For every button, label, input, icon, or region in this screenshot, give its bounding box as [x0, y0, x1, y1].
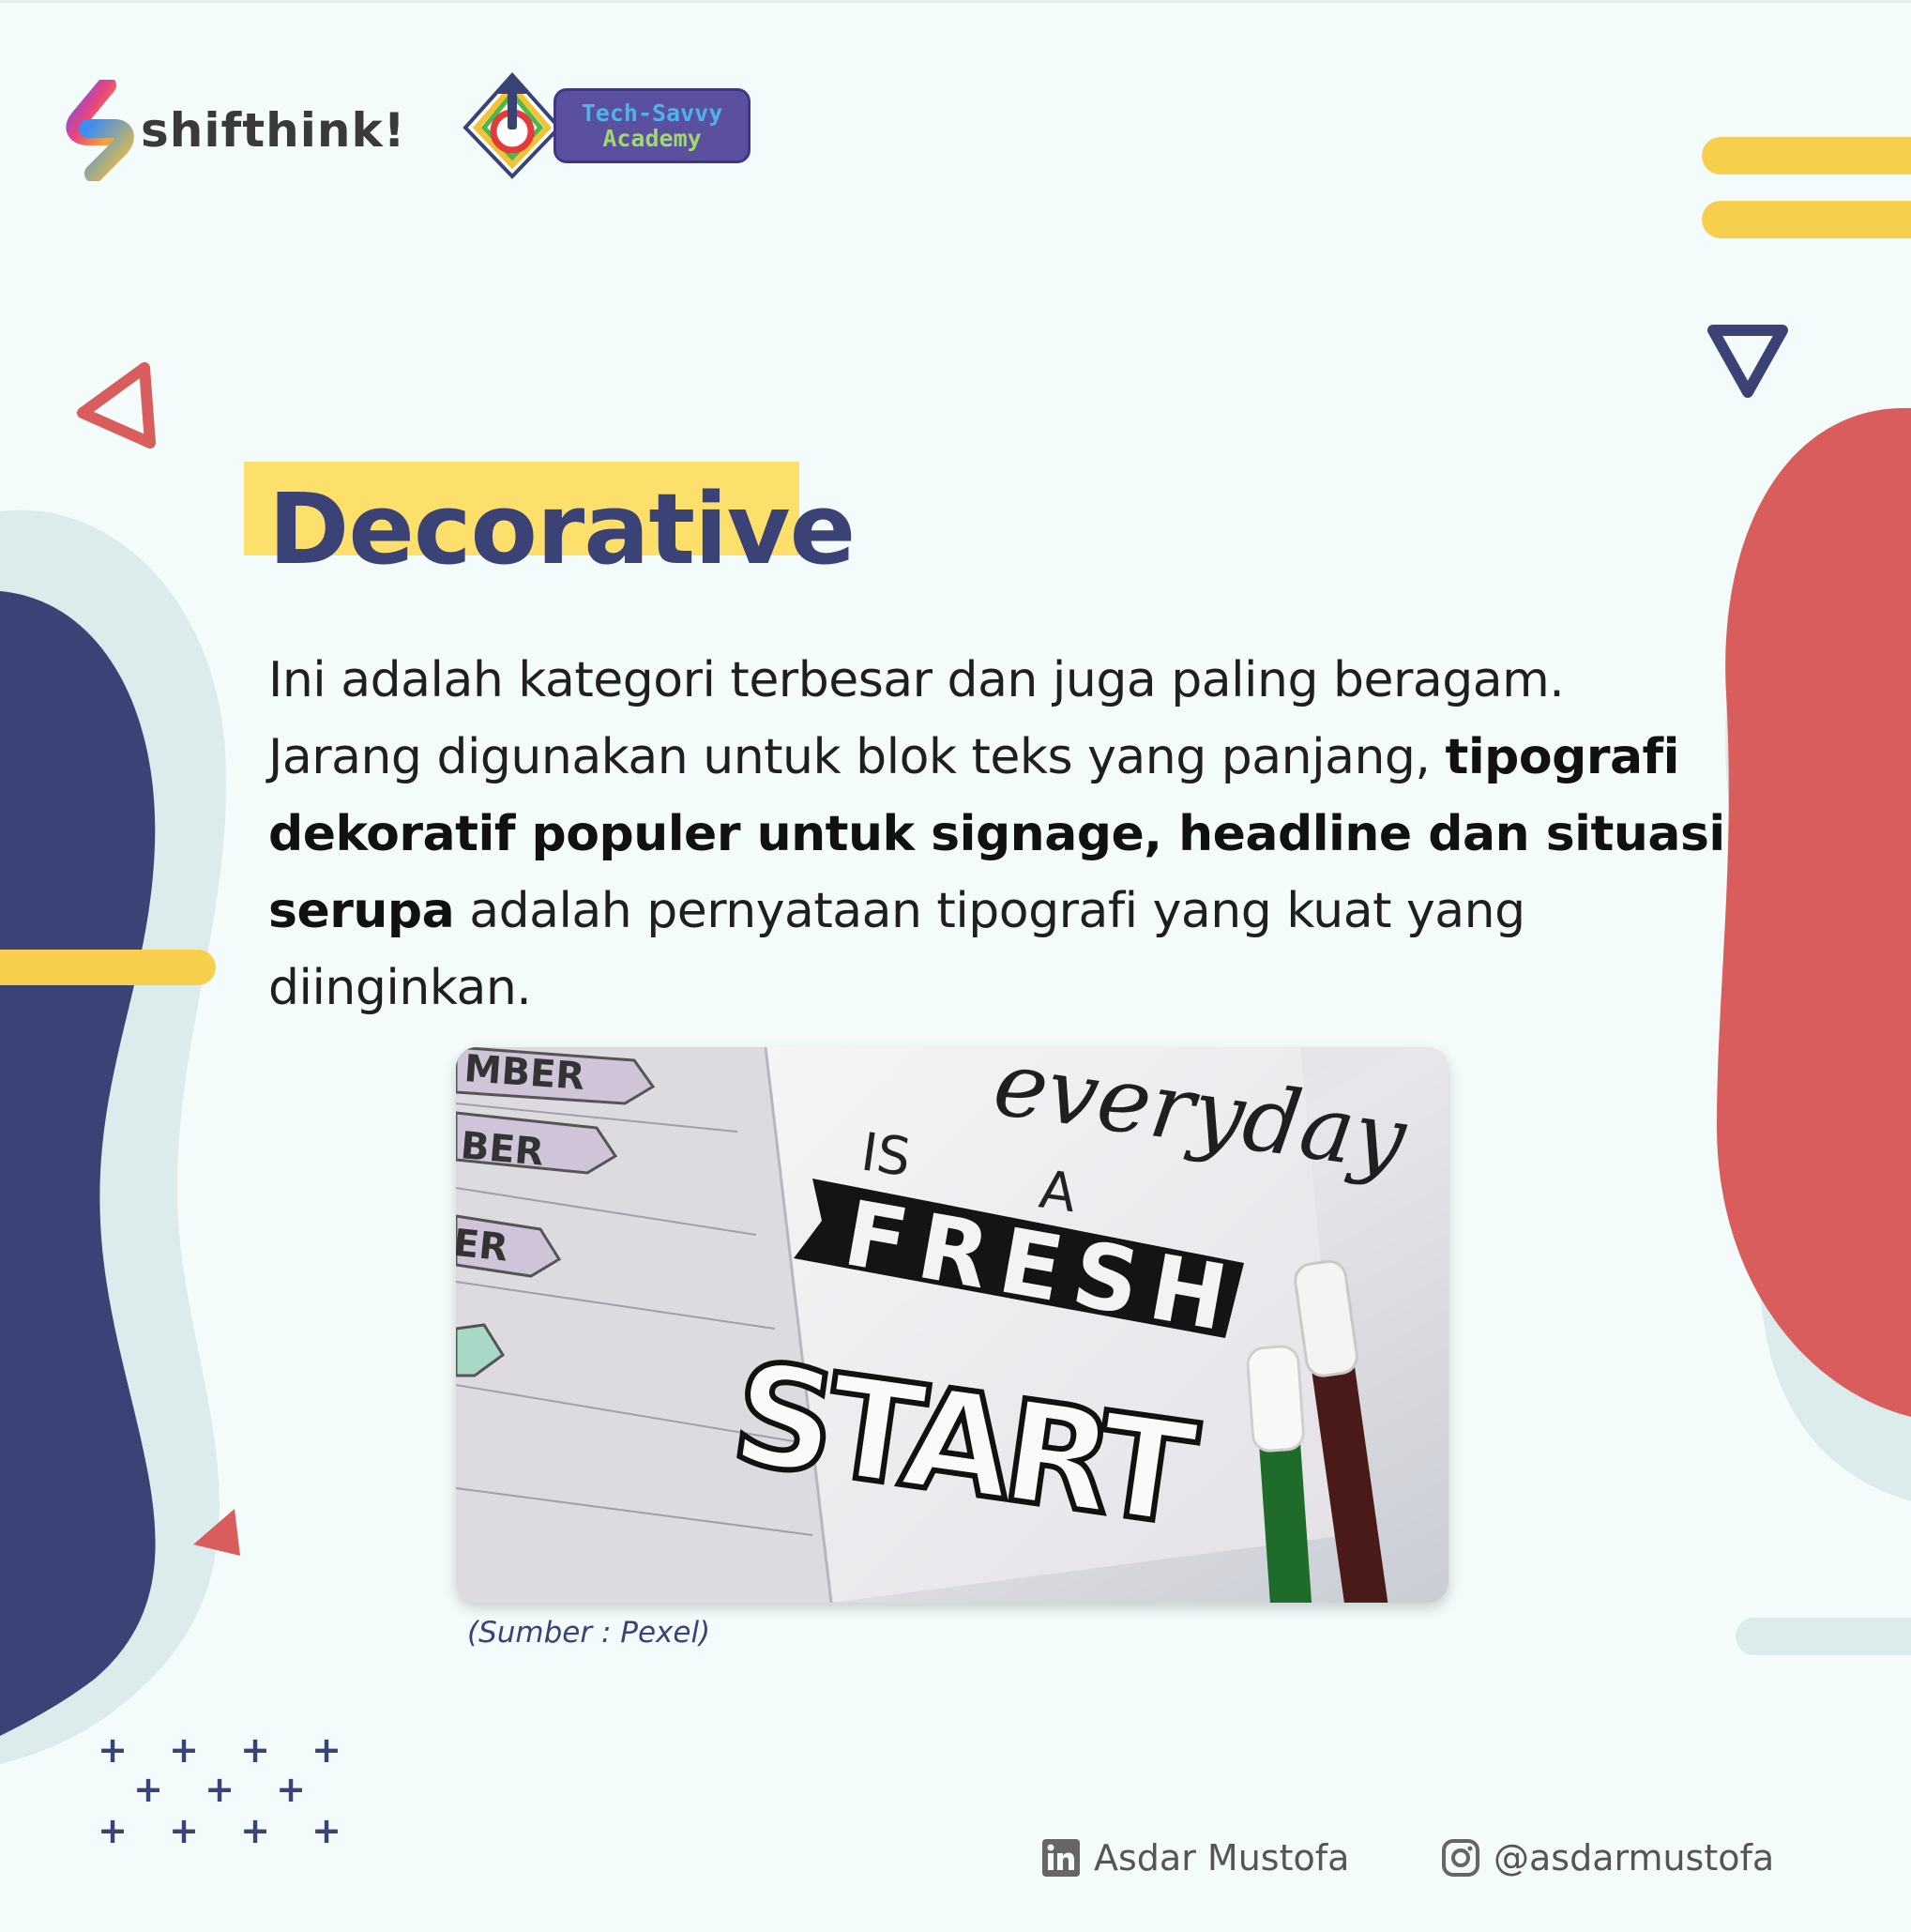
- svg-text:+: +: [276, 1769, 306, 1810]
- shifthink-logo: shifthink!: [60, 79, 406, 182]
- academy-power-icon: [463, 71, 562, 179]
- body-paragraph: Ini adalah kategori terbesar dan juga pa…: [268, 642, 1732, 1027]
- instagram-handle: @asdarmustofa: [1494, 1837, 1775, 1879]
- academy-name-badge: Tech-Savvy Academy: [554, 88, 751, 163]
- right-light-bar: [1736, 1618, 1911, 1655]
- academy-line-1: Tech-Savvy: [581, 99, 723, 127]
- navy-triangle-outline: [1707, 325, 1788, 398]
- lettering-is: IS: [857, 1121, 915, 1189]
- right-yellow-bar-2: [1702, 201, 1911, 238]
- tech-savvy-academy-logo: Tech-Savvy Academy: [460, 69, 751, 182]
- svg-text:+: +: [98, 1729, 128, 1771]
- plus-pattern: + + + + + + + + + + +: [98, 1729, 341, 1851]
- instagram-icon: [1442, 1839, 1479, 1877]
- linkedin-icon: [1042, 1839, 1080, 1877]
- lettering-photo: MBER BER ER everyday IS A FRESH START: [456, 1047, 1448, 1603]
- red-triangle-outline: [77, 362, 156, 449]
- svg-text:+: +: [169, 1810, 199, 1851]
- image-caption: (Sumber : Pexel): [467, 1616, 711, 1650]
- svg-text:+: +: [240, 1810, 270, 1851]
- body-text-part-2: adalah pernyataan tipografi yang kuat ya…: [268, 883, 1525, 1016]
- svg-text:+: +: [169, 1729, 199, 1771]
- academy-line-2: Academy: [602, 125, 702, 152]
- linkedin-name: Asdar Mustofa: [1094, 1837, 1350, 1879]
- svg-text:+: +: [205, 1769, 235, 1810]
- margin-word-3: ER: [456, 1222, 510, 1270]
- svg-text:+: +: [240, 1729, 270, 1771]
- right-yellow-bar-1: [1702, 137, 1911, 175]
- svg-text:+: +: [98, 1810, 128, 1851]
- svg-text:+: +: [311, 1810, 341, 1851]
- linkedin-credit[interactable]: Asdar Mustofa: [1041, 1832, 1349, 1884]
- shifthink-brand-name: shifthink!: [141, 103, 406, 158]
- page-title: Decorative: [268, 472, 856, 586]
- shifthink-logo-icon: [66, 80, 134, 181]
- body-text-part-1: Ini adalah kategori terbesar dan juga pa…: [268, 652, 1565, 785]
- svg-text:+: +: [133, 1769, 163, 1810]
- margin-word-1: MBER: [463, 1047, 585, 1099]
- svg-text:+: +: [311, 1729, 341, 1771]
- margin-word-2: BER: [459, 1124, 545, 1175]
- left-yellow-bar: [0, 950, 216, 985]
- right-red-blob: [1717, 407, 1911, 1417]
- instagram-credit[interactable]: @asdarmustofa: [1441, 1832, 1774, 1884]
